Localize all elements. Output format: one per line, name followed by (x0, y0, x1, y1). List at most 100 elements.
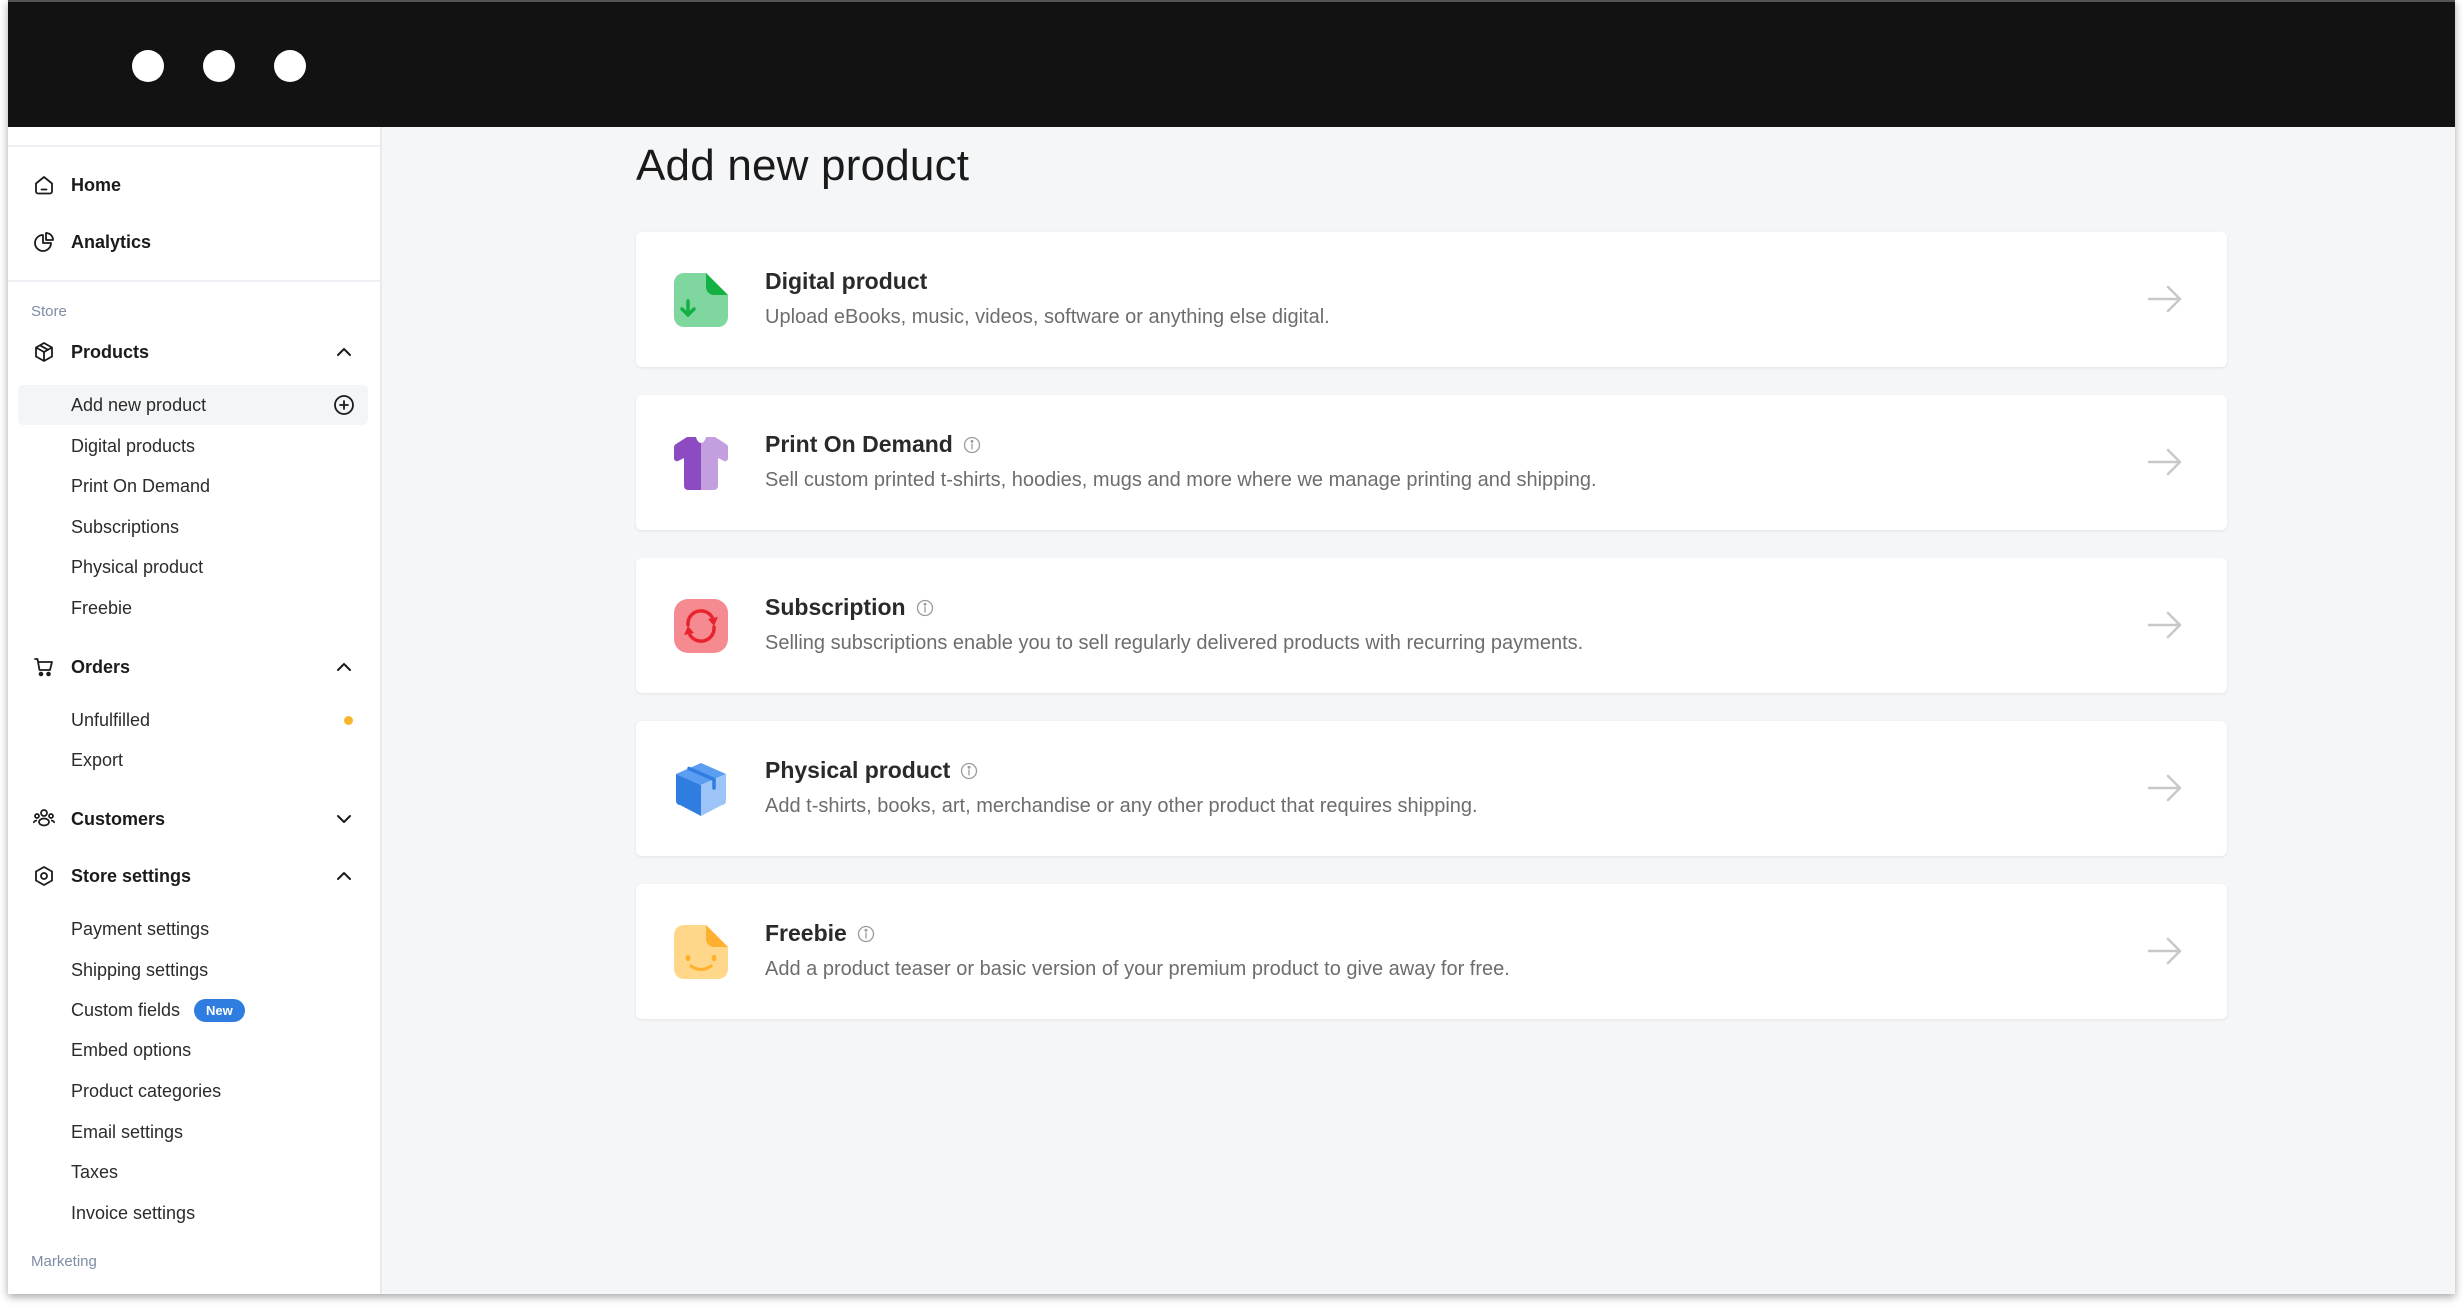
card-description: Add a product teaser or basic version of… (765, 958, 1510, 980)
sidebar: Home Analytics Store Products Add new pr… (8, 127, 382, 1294)
sidebar-subitem-freebie[interactable]: Freebie (18, 588, 368, 628)
sidebar-subitem-unfulfilled[interactable]: Unfulfilled (18, 700, 368, 740)
sidebar-subitem-label: Custom fields (71, 999, 181, 1020)
product-type-card-subscription[interactable]: Subscription Selling subscriptions enabl… (636, 558, 2227, 693)
sidebar-item-label: Store settings (71, 865, 192, 886)
card-title-row: Digital product (765, 268, 927, 295)
card-title: Print On Demand (765, 431, 953, 457)
arrow-right-icon (2147, 610, 2183, 640)
info-icon[interactable] (916, 599, 934, 617)
sidebar-subitem-shipping-settings[interactable]: Shipping settings (18, 950, 368, 990)
sidebar-subitem-subscriptions[interactable]: Subscriptions (18, 507, 368, 547)
plus-circle-icon[interactable] (333, 394, 355, 416)
home-icon (32, 173, 56, 197)
sidebar-item-label: Analytics (71, 231, 152, 252)
arrow-right-icon (2147, 284, 2183, 314)
card-title: Freebie (765, 920, 847, 946)
customers-icon (32, 807, 56, 831)
sidebar-item-customers[interactable]: Customers (8, 797, 380, 841)
sidebar-item-analytics[interactable]: Analytics (8, 220, 380, 264)
tshirt-icon (672, 434, 730, 492)
arrow-right-icon (2147, 936, 2183, 966)
sidebar-subitem-label: Add new product (71, 394, 207, 415)
sidebar-item-label: Products (71, 341, 150, 362)
box-icon (32, 340, 56, 364)
settings-icon (32, 864, 56, 888)
cart-icon (32, 655, 56, 679)
title-bar (8, 0, 2455, 127)
sidebar-item-label: Customers (71, 808, 166, 829)
chevron-up-icon[interactable] (334, 342, 354, 362)
sidebar-subitem-label: Freebie (71, 597, 133, 618)
window-control-dot[interactable] (132, 50, 164, 82)
sidebar-item-orders[interactable]: Orders (8, 645, 380, 689)
sidebar-subitem-label: Embed options (71, 1039, 192, 1060)
sidebar-item-products[interactable]: Products (8, 330, 380, 374)
sidebar-item-label: Home (71, 174, 122, 195)
app-window: Home Analytics Store Products Add new pr… (8, 0, 2455, 1294)
sidebar-subitem-label: Unfulfilled (71, 709, 151, 730)
card-title: Subscription (765, 594, 906, 620)
chevron-down-icon[interactable] (334, 809, 354, 829)
sidebar-subitem-label: Print On Demand (71, 475, 211, 496)
sidebar-subitem-label: Email settings (71, 1121, 184, 1142)
sidebar-subitem-physical-product[interactable]: Physical product (18, 547, 368, 587)
notification-dot (344, 715, 353, 725)
sidebar-subitem-label: Payment settings (71, 918, 210, 939)
window-control-dot[interactable] (203, 50, 235, 82)
info-icon[interactable] (963, 436, 981, 454)
product-type-card-print-on-demand[interactable]: Print On Demand Sell custom printed t-sh… (636, 395, 2227, 530)
sidebar-item-label: Orders (71, 656, 131, 677)
sidebar-subitem-label: Shipping settings (71, 959, 209, 980)
sidebar-subitem-label: Digital products (71, 435, 196, 456)
digital-file-icon (672, 271, 730, 329)
sidebar-subitem-label: Invoice settings (71, 1202, 196, 1223)
arrow-right-icon (2147, 773, 2183, 803)
main-content: Add new product Digital product Upload e… (384, 127, 2455, 1294)
chevron-up-icon[interactable] (334, 657, 354, 677)
window-control-dot[interactable] (274, 50, 306, 82)
card-description: Add t-shirts, books, art, merchandise or… (765, 795, 1478, 817)
sidebar-subitem-taxes[interactable]: Taxes (18, 1152, 368, 1192)
info-icon[interactable] (857, 925, 875, 943)
sidebar-subitem-digital-products[interactable]: Digital products (18, 426, 368, 466)
product-type-card-freebie[interactable]: Freebie Add a product teaser or basic ve… (636, 884, 2227, 1019)
refresh-icon (672, 597, 730, 655)
sidebar-subitem-payment-settings[interactable]: Payment settings (18, 909, 368, 949)
section-label-store: Store (31, 303, 67, 320)
product-type-card-physical[interactable]: Physical product Add t-shirts, books, ar… (636, 721, 2227, 856)
page-title: Add new product (636, 141, 970, 190)
package-icon (672, 760, 730, 818)
sidebar-subitem-product-categories[interactable]: Product categories (18, 1071, 368, 1111)
sidebar-subitem-add-new-product[interactable]: Add new product (18, 385, 368, 425)
card-title-row: Print On Demand (765, 431, 981, 458)
card-title-row: Freebie (765, 920, 875, 947)
sidebar-subitem-print-on-demand[interactable]: Print On Demand (18, 466, 368, 506)
arrow-right-icon (2147, 447, 2183, 477)
card-description: Sell custom printed t-shirts, hoodies, m… (765, 469, 1597, 491)
card-title: Digital product (765, 268, 928, 294)
product-type-card-digital[interactable]: Digital product Upload eBooks, music, vi… (636, 232, 2227, 367)
sidebar-subitem-email-settings[interactable]: Email settings (18, 1112, 368, 1152)
sidebar-subitem-embed-options[interactable]: Embed options (18, 1030, 368, 1070)
card-title-row: Subscription (765, 594, 934, 621)
new-badge: New (194, 998, 245, 1022)
sidebar-divider (8, 280, 380, 282)
sidebar-subitem-label: Export (71, 749, 124, 770)
sidebar-item-store-settings[interactable]: Store settings (8, 854, 380, 898)
sidebar-subitem-invoice-settings[interactable]: Invoice settings (18, 1193, 368, 1233)
card-description: Upload eBooks, music, videos, software o… (765, 306, 1330, 328)
sidebar-subitem-label: Taxes (71, 1161, 119, 1182)
card-description: Selling subscriptions enable you to sell… (765, 632, 1584, 654)
freebie-icon (672, 923, 730, 981)
analytics-icon (32, 230, 56, 254)
sidebar-subitem-custom-fields[interactable]: Custom fields New (18, 990, 368, 1030)
sidebar-subitem-export[interactable]: Export (18, 740, 368, 780)
info-icon[interactable] (960, 762, 978, 780)
sidebar-subitem-label: Subscriptions (71, 516, 180, 537)
sidebar-divider (8, 145, 380, 147)
sidebar-item-home[interactable]: Home (8, 163, 380, 207)
sidebar-subitem-label: Product categories (71, 1080, 222, 1101)
chevron-up-icon[interactable] (334, 866, 354, 886)
card-title-row: Physical product (765, 757, 978, 784)
